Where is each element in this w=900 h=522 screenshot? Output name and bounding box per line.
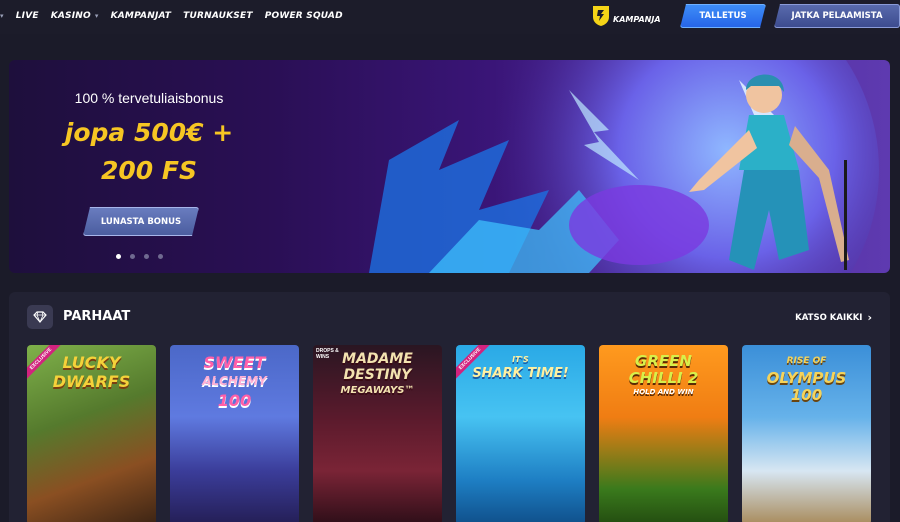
diamond-icon <box>27 305 53 329</box>
hero-amount-line-1: jopa 500€ + <box>64 118 234 147</box>
game-title-line: OLYMPUS <box>766 369 847 387</box>
game-title-line: DWARFS <box>52 372 131 391</box>
game-tile[interactable]: GREEN CHILLI 2 HOLD AND WIN <box>599 345 728 522</box>
top-navigation: ▾ LIVE KASINO ▾ KAMPANJAT TURNAUKSET POWE… <box>0 0 900 34</box>
game-title-line: SWEET <box>203 353 266 372</box>
game-title-line: LUCKY <box>62 353 121 372</box>
game-tile[interactable]: SWEET ALCHEMY 100 <box>170 345 299 522</box>
game-title: LUCKY DWARFS <box>27 353 156 391</box>
carousel-dot[interactable] <box>116 254 121 259</box>
deposit-button-label: TALLETUS <box>699 11 747 21</box>
carousel-dot[interactable] <box>158 254 163 259</box>
carousel-dot[interactable] <box>130 254 135 259</box>
game-title-line: ALCHEMY <box>202 374 267 388</box>
game-tile[interactable]: RISE OF OLYMPUS 100 <box>742 345 871 522</box>
nav-item-live[interactable]: LIVE <box>16 11 39 21</box>
nav-item-label: KAMPANJAT <box>110 11 172 21</box>
game-title-line: GREEN <box>635 352 692 370</box>
game-title: IT'S SHARK TIME! <box>456 353 585 381</box>
nav-menu: ▾ LIVE KASINO ▾ KAMPANJAT TURNAUKSET POWE… <box>0 11 355 21</box>
shield-icon <box>593 6 609 26</box>
chevron-down-icon: ▾ <box>94 12 99 20</box>
game-tile[interactable]: EXCLUSIVE LUCKY DWARFS <box>27 345 156 522</box>
nav-item-kasino[interactable]: KASINO ▾ <box>51 11 99 21</box>
hero-illustration <box>369 60 879 273</box>
game-title-line: MEGAWAYS™ <box>340 385 415 396</box>
game-title: MADAME DESTINY MEGAWAYS™ <box>313 351 442 399</box>
hero-banner[interactable]: 100 % tervetuliaisbonus jopa 500€ + 200 … <box>9 60 890 273</box>
carousel-dot[interactable] <box>144 254 149 259</box>
continue-playing-button[interactable]: JATKA PELAAMISTA <box>774 4 900 28</box>
claim-bonus-button[interactable]: LUNASTA BONUS <box>83 207 199 236</box>
nav-item-label: TURNAUKSET <box>183 11 253 21</box>
game-title-line: 100 <box>217 391 252 410</box>
nav-item-power-squad[interactable]: POWER SQUAD <box>265 11 343 21</box>
see-all-label: KATSO KAIKKI <box>795 312 863 323</box>
hero-amount-line-2: 200 FS <box>101 156 197 185</box>
game-tile[interactable]: EXCLUSIVE IT'S SHARK TIME! <box>456 345 585 522</box>
nav-item-turnaukset[interactable]: TURNAUKSET <box>183 11 253 21</box>
see-all-link[interactable]: KATSO KAIKKI › <box>795 311 872 324</box>
game-title-line: MADAME <box>342 351 413 367</box>
promo-link[interactable]: KAMPANJA <box>592 5 661 27</box>
promo-label: KAMPANJA <box>613 14 661 24</box>
carousel-dots <box>116 254 163 259</box>
games-row: EXCLUSIVE LUCKY DWARFS SWEET ALCHEMY 100… <box>27 345 871 522</box>
section-title: PARHAAT <box>63 309 131 324</box>
game-title: SWEET ALCHEMY 100 <box>170 353 299 410</box>
claim-bonus-label: LUNASTA BONUS <box>100 216 182 227</box>
game-title-line: RISE OF <box>786 356 827 366</box>
game-title-line: IT'S <box>512 355 529 364</box>
deposit-button[interactable]: TALLETUS <box>680 4 766 28</box>
game-title-line: DESTINY <box>343 367 412 383</box>
game-title: GREEN CHILLI 2 HOLD AND WIN <box>599 353 728 397</box>
game-title-line: CHILLI 2 <box>628 369 699 387</box>
game-title-line: SHARK TIME! <box>472 366 569 381</box>
game-title-line: 100 <box>790 386 823 404</box>
continue-playing-label: JATKA PELAAMISTA <box>791 11 883 21</box>
menu-caret-icon[interactable]: ▾ <box>0 12 4 20</box>
nav-item-label: LIVE <box>15 11 39 21</box>
top-games-section: PARHAAT KATSO KAIKKI › EXCLUSIVE LUCKY D… <box>9 292 890 522</box>
game-title-line: HOLD AND WIN <box>633 388 694 396</box>
game-title: RISE OF OLYMPUS 100 <box>742 353 871 404</box>
hero-bonus-amount: jopa 500€ + 200 FS <box>9 114 289 190</box>
nav-item-label: KASINO <box>50 11 91 21</box>
game-tile[interactable]: DROPS & WINS MADAME DESTINY MEGAWAYS™ <box>313 345 442 522</box>
nav-item-label: POWER SQUAD <box>264 11 343 21</box>
chevron-right-icon: › <box>867 311 872 324</box>
hero-subtitle: 100 % tervetuliaisbonus <box>74 90 224 106</box>
nav-item-kampanjat[interactable]: KAMPANJAT <box>111 11 172 21</box>
